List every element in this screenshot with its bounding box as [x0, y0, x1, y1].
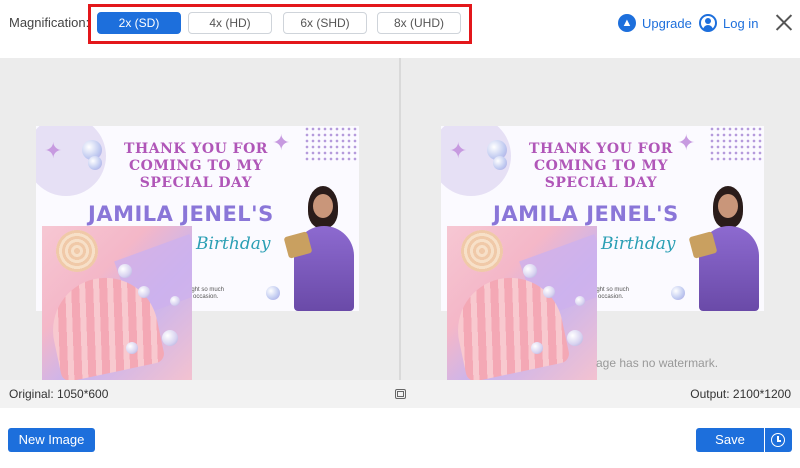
magnification-label: Magnification:: [9, 15, 90, 30]
magnification-4x-button[interactable]: 4x (HD): [188, 12, 272, 34]
magnification-8x-button[interactable]: 8x (UHD): [377, 12, 461, 34]
name-text: JAMILA JENEL'S: [493, 202, 679, 226]
original-resolution: Original: 1050*600: [9, 387, 109, 401]
original-preview-pane[interactable]: ✦ ✦ THANK YOU FOR COMING TO MY SPECIAL D…: [0, 58, 399, 380]
decor-dots: [304, 126, 359, 161]
bubble-decor: [266, 286, 280, 300]
fit-screen-icon[interactable]: [395, 389, 406, 399]
new-image-button[interactable]: New Image: [8, 428, 95, 452]
close-icon[interactable]: [774, 12, 794, 32]
thank-you-text: THANK YOU FOR COMING TO MY SPECIAL DAY: [529, 141, 673, 191]
clock-icon: [771, 433, 785, 447]
upgrade-label: Upgrade: [642, 15, 692, 31]
save-button[interactable]: Save: [696, 428, 764, 452]
small-caption: ught so much e occasion.: [188, 287, 224, 301]
birthday-text: Birthday: [196, 234, 271, 254]
resolution-info-bar: Original: 1050*600 Output: 2100*1200: [0, 380, 800, 408]
top-bar: Magnification: 2x (SD) 4x (HD) 6x (SHD) …: [0, 0, 800, 46]
upgrade-button[interactable]: ▲ Upgrade: [618, 13, 692, 33]
output-preview-pane[interactable]: ✦ ✦ THANK YOU FOR COMING TO MY SPECIAL D…: [401, 58, 800, 380]
small-caption: ught so much e occasion.: [593, 287, 629, 301]
output-resolution: Output: 2100*1200: [690, 387, 791, 401]
history-button[interactable]: [765, 428, 792, 452]
login-button[interactable]: Log in: [699, 13, 758, 33]
magnification-2x-button[interactable]: 2x (SD): [97, 12, 181, 34]
user-circle-icon: [699, 14, 717, 32]
girl-photo: [688, 186, 763, 311]
magnification-6x-button[interactable]: 6x (SHD): [283, 12, 367, 34]
shell-overlay-image: [42, 226, 192, 380]
arrow-up-circle-icon: ▲: [618, 14, 636, 32]
login-label: Log in: [723, 15, 759, 31]
comparison-area: ✦ ✦ THANK YOU FOR COMING TO MY SPECIAL D…: [0, 58, 800, 380]
small-caption-line-2: e occasion.: [188, 294, 219, 300]
birthday-text: Birthday: [601, 234, 676, 254]
small-caption-line-2: e occasion.: [593, 294, 624, 300]
no-watermark-note: age has no watermark.: [596, 356, 719, 370]
small-caption-line-1: ught so much: [593, 287, 630, 293]
girl-photo: [283, 186, 358, 311]
shell-overlay-image: [447, 226, 597, 380]
bubble-decor: [671, 286, 685, 300]
small-caption-line-1: ught so much: [188, 287, 225, 293]
thank-you-text: THANK YOU FOR COMING TO MY SPECIAL DAY: [124, 141, 268, 191]
sparkle-icon: ✦: [44, 138, 63, 163]
sparkle-icon: ✦: [449, 138, 468, 163]
bottom-bar: New Image Save: [0, 408, 800, 468]
decor-dots: [709, 126, 764, 161]
name-text: JAMILA JENEL'S: [88, 202, 274, 226]
